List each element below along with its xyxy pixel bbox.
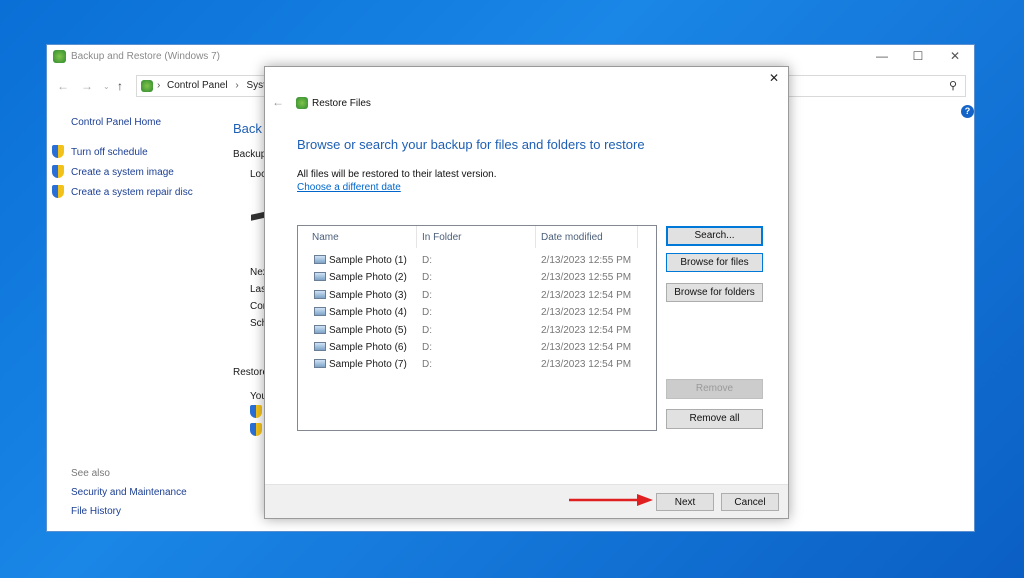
annotation-arrow (569, 494, 653, 506)
image-file-icon (314, 307, 326, 317)
main-heading: Back (233, 121, 262, 136)
shield-icon (52, 185, 64, 198)
dialog-back-arrow-icon[interactable]: ← (272, 95, 284, 109)
file-history-link[interactable]: File History (71, 506, 121, 517)
file-date: 2/13/2023 12:54 PM (541, 324, 632, 336)
remove-all-button[interactable]: Remove all (666, 409, 763, 429)
file-row[interactable]: Sample Photo (2) D: 2/13/2023 12:55 PM (298, 269, 656, 286)
search-icon[interactable]: ⚲ (949, 79, 957, 92)
image-file-icon (314, 342, 326, 351)
column-name[interactable]: Name (312, 232, 339, 243)
file-date: 2/13/2023 12:54 PM (541, 289, 632, 301)
file-date: 2/13/2023 12:55 PM (541, 272, 632, 284)
image-file-icon (314, 289, 326, 299)
create-system-image-link[interactable]: Create a system image (71, 167, 174, 178)
file-folder: D: (422, 272, 432, 284)
shield-icon (250, 423, 262, 436)
choose-date-link[interactable]: Choose a different date (297, 182, 401, 193)
file-date: 2/13/2023 12:54 PM (541, 307, 632, 319)
image-file-icon (314, 272, 326, 282)
control-panel-icon (141, 80, 153, 92)
file-folder: D: (422, 342, 432, 353)
shield-icon (52, 145, 64, 158)
help-icon[interactable]: ? (961, 105, 974, 118)
create-repair-disc-link[interactable]: Create a system repair disc (71, 187, 193, 198)
file-folder: D: (422, 359, 432, 371)
control-panel-home-link[interactable]: Control Panel Home (71, 117, 161, 128)
file-row[interactable]: Sample Photo (7) D: 2/13/2023 12:54 PM (298, 356, 656, 373)
back-arrow-icon[interactable]: ← (57, 79, 69, 93)
restore-files-dialog: ✕ ← Restore Files Browse or search your … (264, 66, 789, 519)
file-name: Sample Photo (4) (329, 307, 407, 319)
dialog-title: Restore Files (312, 98, 371, 109)
file-folder: D: (422, 289, 432, 301)
restore-section-label: Restore (233, 367, 269, 378)
dialog-close-button[interactable]: ✕ (769, 71, 779, 85)
image-file-icon (314, 255, 326, 264)
file-row[interactable]: Sample Photo (6) D: 2/13/2023 12:54 PM (298, 339, 656, 356)
maximize-button[interactable]: ☐ (903, 49, 933, 63)
file-name: Sample Photo (7) (329, 359, 407, 371)
file-folder: D: (422, 255, 432, 266)
file-row[interactable]: Sample Photo (5) D: 2/13/2023 12:54 PM (298, 322, 656, 339)
next-button[interactable]: Next (656, 493, 714, 511)
column-folder[interactable]: In Folder (422, 232, 461, 243)
security-maintenance-link[interactable]: Security and Maintenance (71, 487, 187, 498)
browse-folders-button[interactable]: Browse for folders (666, 283, 763, 302)
file-date: 2/13/2023 12:55 PM (541, 255, 632, 266)
minimize-button[interactable]: — (867, 49, 897, 63)
file-name: Sample Photo (6) (329, 342, 407, 353)
file-row[interactable]: Sample Photo (1) D: 2/13/2023 12:55 PM (298, 252, 656, 269)
shield-icon (250, 405, 262, 418)
recent-chevron-icon[interactable]: ⌄ (103, 82, 110, 91)
cancel-button[interactable]: Cancel (721, 493, 779, 511)
forward-arrow-icon[interactable]: → (81, 79, 93, 93)
search-button[interactable]: Search... (666, 226, 763, 246)
browse-files-button[interactable]: Browse for files (666, 253, 763, 272)
file-date: 2/13/2023 12:54 PM (541, 359, 632, 371)
file-row[interactable]: Sample Photo (3) D: 2/13/2023 12:54 PM (298, 287, 656, 304)
up-arrow-icon[interactable]: ↑ (117, 79, 123, 93)
turn-off-schedule-link[interactable]: Turn off schedule (71, 147, 148, 158)
remove-button[interactable]: Remove (666, 379, 763, 399)
backup-app-icon (53, 50, 66, 63)
restore-icon (296, 97, 308, 109)
window-title: Backup and Restore (Windows 7) (71, 51, 220, 62)
file-name: Sample Photo (1) (329, 255, 407, 266)
column-date[interactable]: Date modified (541, 232, 603, 243)
dialog-heading: Browse or search your backup for files a… (297, 137, 645, 152)
backup-section-label: Backup (233, 149, 267, 160)
info-text: All files will be restored to their late… (297, 169, 497, 180)
image-file-icon (314, 324, 326, 334)
file-row[interactable]: Sample Photo (4) D: 2/13/2023 12:54 PM (298, 304, 656, 321)
shield-icon (52, 165, 64, 178)
image-file-icon (314, 359, 326, 369)
file-date: 2/13/2023 12:54 PM (541, 342, 632, 353)
dialog-footer: Next Cancel (265, 484, 788, 518)
file-name: Sample Photo (2) (329, 272, 407, 284)
breadcrumb-control-panel[interactable]: Control Panel (167, 80, 228, 91)
file-name: Sample Photo (5) (329, 324, 407, 336)
file-list[interactable]: Name In Folder Date modified Sample Phot… (297, 225, 657, 431)
file-folder: D: (422, 324, 432, 336)
file-folder: D: (422, 307, 432, 319)
file-name: Sample Photo (3) (329, 289, 407, 301)
see-also-label: See also (71, 468, 110, 479)
close-button[interactable]: ✕ (940, 49, 970, 63)
